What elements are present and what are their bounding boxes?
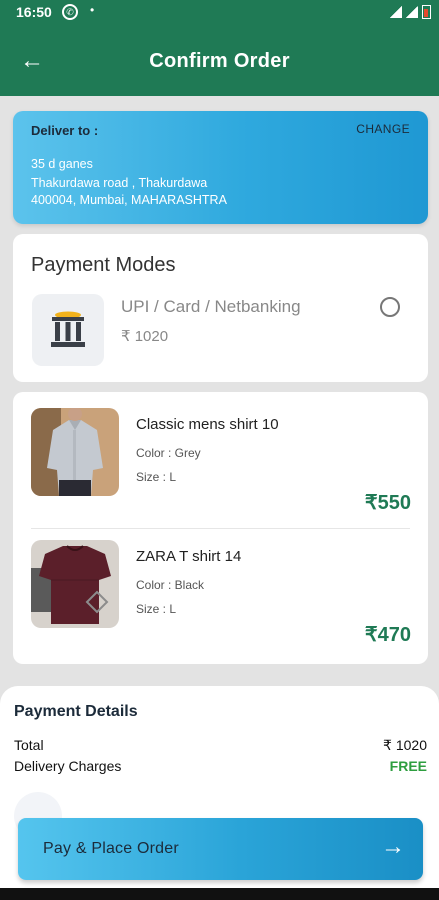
whatsapp-icon: ✆	[62, 4, 78, 20]
delivery-charges-value: FREE	[389, 758, 427, 774]
order-items-card: Classic mens shirt 10 Color : Grey Size …	[13, 392, 428, 664]
payment-details-title: Payment Details	[14, 703, 138, 720]
battery-icon	[422, 5, 431, 19]
address-line-1: 35 d ganes	[31, 157, 93, 171]
item-name: ZARA T shirt 14	[136, 548, 242, 565]
status-icons	[390, 5, 431, 19]
item-image-maroon-tshirt	[31, 540, 119, 628]
notification-dot: •	[90, 3, 95, 17]
pay-place-order-button[interactable]: Pay & Place Order →	[18, 818, 423, 880]
total-value: ₹ 1020	[383, 737, 427, 753]
item-size: Size : L	[136, 602, 177, 616]
deliver-to-label: Deliver to :	[31, 123, 99, 138]
system-nav-bar	[0, 888, 439, 900]
page-title: Confirm Order	[149, 50, 290, 72]
address-line-2: Thakurdawa road , Thakurdawa	[31, 176, 208, 190]
item-price: ₹550	[364, 492, 411, 514]
arrow-right-icon: →	[381, 833, 405, 860]
option-amount: ₹ 1020	[121, 328, 169, 345]
item-color: Color : Grey	[136, 446, 201, 460]
delivery-charges-label: Delivery Charges	[14, 758, 122, 774]
bank-icon	[51, 311, 85, 347]
signal-icon	[390, 6, 402, 18]
signal-icon-2	[406, 6, 418, 18]
item-price: ₹470	[364, 624, 411, 646]
payment-modes-heading: Payment Modes	[31, 254, 176, 276]
upi-card-netbanking-option[interactable]: UPI / Card / Netbanking	[121, 297, 301, 317]
payment-radio-button[interactable]	[380, 297, 400, 317]
total-label: Total	[14, 737, 44, 753]
item-image-grey-shirt	[31, 408, 119, 496]
status-bar: 16:50 ✆ •	[0, 0, 439, 26]
pay-button-label: Pay & Place Order	[43, 840, 179, 857]
address-line-3: 400004, Mumbai, MAHARASHTRA	[31, 193, 227, 207]
bank-tile	[32, 294, 104, 366]
status-time: 16:50	[16, 4, 52, 20]
app-bar: ← Confirm Order	[0, 26, 439, 96]
item-name: Classic mens shirt 10	[136, 416, 279, 433]
payment-modes-card: Payment Modes UPI / Card / Netbanking ₹ …	[13, 234, 428, 382]
order-item: ZARA T shirt 14 Color : Black Size : L ₹…	[13, 524, 428, 646]
order-item: Classic mens shirt 10 Color : Grey Size …	[13, 392, 428, 514]
item-size: Size : L	[136, 470, 177, 484]
change-address-button[interactable]: CHANGE	[356, 122, 410, 136]
delivery-card: Deliver to : CHANGE 35 d ganes Thakurdaw…	[13, 111, 428, 224]
item-color: Color : Black	[136, 578, 205, 592]
